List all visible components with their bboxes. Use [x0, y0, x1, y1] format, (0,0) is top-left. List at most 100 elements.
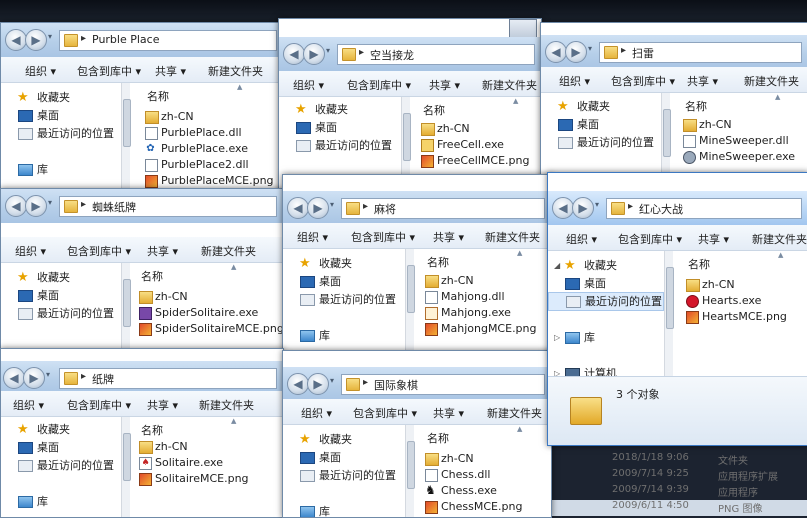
- column-header-name[interactable]: 名称 ▲: [675, 93, 807, 113]
- nav-recent[interactable]: 最近访问的位置: [283, 467, 396, 484]
- new-folder-button[interactable]: 新建文件夹: [752, 231, 807, 247]
- nav-desktop[interactable]: 桌面: [1, 287, 59, 304]
- nav-library[interactable]: 库: [1, 161, 48, 178]
- nav-recent[interactable]: 最近访问的位置: [279, 137, 392, 154]
- nav-recent[interactable]: 最近访问的位置: [1, 457, 114, 474]
- title-bar[interactable]: ◀ ▶ ▾ ▸ 扫雷: [541, 35, 807, 69]
- nav-desktop[interactable]: 桌面: [1, 439, 59, 456]
- breadcrumb-current[interactable]: 红心大战: [639, 201, 683, 217]
- forward-arrow-icon[interactable]: ▶: [307, 373, 329, 395]
- nav-library[interactable]: 库: [1, 493, 48, 510]
- column-header-name[interactable]: 名称 ▲: [137, 83, 283, 103]
- title-bar[interactable]: ◀ ▶ ▾ ▸ 麻将: [283, 191, 551, 225]
- title-bar[interactable]: ◀ ▶ ▾ ▸ 蜘蛛纸牌: [1, 189, 283, 223]
- history-dropdown-icon[interactable]: ▾: [588, 44, 592, 53]
- scroll-thumb[interactable]: [123, 279, 131, 327]
- nav-buttons[interactable]: ◀ ▶ ▾: [3, 367, 53, 389]
- history-dropdown-icon[interactable]: ▾: [326, 46, 330, 55]
- share-button[interactable]: 共享 ▾: [433, 229, 464, 245]
- address-bar[interactable]: ▸ 红心大战: [606, 198, 802, 219]
- nav-desktop[interactable]: 桌面: [283, 273, 341, 290]
- share-button[interactable]: 共享 ▾: [698, 231, 729, 247]
- nav-favorites[interactable]: ★ 收藏夹: [541, 98, 610, 115]
- nav-recent[interactable]: 最近访问的位置: [283, 291, 396, 308]
- nav-scrollbar[interactable]: [405, 249, 415, 351]
- breadcrumb-chevron-icon[interactable]: ▸: [81, 371, 86, 382]
- column-header-name[interactable]: 名称 ▲: [413, 97, 541, 117]
- breadcrumb-chevron-icon[interactable]: ▸: [628, 201, 633, 212]
- include-in-library-button[interactable]: 包含到库中 ▾: [611, 73, 675, 89]
- forward-arrow-icon[interactable]: ▶: [303, 43, 325, 65]
- forward-arrow-icon[interactable]: ▶: [307, 197, 329, 219]
- address-bar[interactable]: ▸ Purble Place: [59, 30, 277, 51]
- window-minesweeper[interactable]: ◀ ▶ ▾ ▸ 扫雷 组织 ▾ 包含到库中 ▾ 共享 ▾ 新建文件夹 ★ 收藏夹 …: [540, 22, 807, 192]
- nav-desktop[interactable]: 桌面: [279, 119, 337, 136]
- window-purble-place[interactable]: ◀ ▶ ▾ ▸ Purble Place 组织 ▾ 包含到库中 ▾ 共享 ▾ 新…: [0, 22, 284, 204]
- share-button[interactable]: 共享 ▾: [155, 63, 186, 79]
- window-freecell[interactable]: ◀ ▶ ▾ ▸ 空当接龙 组织 ▾ 包含到库中 ▾ 共享 ▾ 新建文件夹 ★ 收藏…: [278, 18, 542, 192]
- back-arrow-icon[interactable]: ◀: [5, 29, 27, 51]
- column-header-name[interactable]: 名称 ▲: [678, 251, 807, 271]
- back-arrow-icon[interactable]: ◀: [3, 367, 25, 389]
- breadcrumb-current[interactable]: Purble Place: [92, 33, 159, 46]
- organize-button[interactable]: 组织 ▾: [566, 231, 597, 247]
- history-dropdown-icon[interactable]: ▾: [595, 200, 599, 209]
- new-folder-button[interactable]: 新建文件夹: [487, 405, 542, 421]
- breadcrumb-chevron-icon[interactable]: ▸: [363, 377, 368, 388]
- nav-desktop[interactable]: 桌面: [541, 116, 599, 133]
- include-in-library-button[interactable]: 包含到库中 ▾: [77, 63, 141, 79]
- back-arrow-icon[interactable]: ◀: [283, 43, 305, 65]
- include-in-library-button[interactable]: 包含到库中 ▾: [351, 229, 415, 245]
- history-dropdown-icon[interactable]: ▾: [48, 32, 52, 41]
- back-arrow-icon[interactable]: ◀: [552, 197, 574, 219]
- back-arrow-icon[interactable]: ◀: [545, 41, 567, 63]
- scroll-thumb[interactable]: [663, 109, 671, 157]
- include-in-library-button[interactable]: 包含到库中 ▾: [347, 77, 411, 93]
- collapse-arrow-icon[interactable]: ▷: [554, 329, 560, 346]
- breadcrumb-current[interactable]: 蜘蛛纸牌: [92, 199, 136, 215]
- nav-buttons[interactable]: ◀ ▶ ▾: [552, 197, 602, 219]
- forward-arrow-icon[interactable]: ▶: [25, 195, 47, 217]
- nav-favorites[interactable]: ★ 收藏夹: [1, 89, 70, 106]
- address-bar[interactable]: ▸ 纸牌: [59, 368, 277, 389]
- title-bar[interactable]: ◀ ▶ ▾ ▸ 红心大战: [548, 191, 807, 225]
- nav-favorites[interactable]: ★ 收藏夹: [283, 255, 352, 272]
- scroll-thumb[interactable]: [123, 433, 131, 481]
- new-folder-button[interactable]: 新建文件夹: [208, 63, 263, 79]
- address-bar[interactable]: ▸ 扫雷: [599, 42, 802, 63]
- include-in-library-button[interactable]: 包含到库中 ▾: [353, 405, 417, 421]
- nav-scrollbar[interactable]: [121, 263, 131, 349]
- breadcrumb-current[interactable]: 麻将: [374, 201, 396, 217]
- address-bar[interactable]: ▸ 空当接龙: [337, 44, 535, 65]
- breadcrumb-chevron-icon[interactable]: ▸: [359, 47, 364, 58]
- address-bar[interactable]: ▸ 麻将: [341, 198, 545, 219]
- nav-scrollbar[interactable]: [664, 251, 674, 377]
- breadcrumb-chevron-icon[interactable]: ▸: [363, 201, 368, 212]
- share-button[interactable]: 共享 ▾: [147, 397, 178, 413]
- scroll-thumb[interactable]: [407, 265, 415, 313]
- nav-buttons[interactable]: ◀ ▶ ▾: [287, 373, 337, 395]
- back-arrow-icon[interactable]: ◀: [287, 197, 309, 219]
- column-header-name[interactable]: 名称 ▲: [131, 417, 283, 437]
- organize-button[interactable]: 组织 ▾: [559, 73, 590, 89]
- history-dropdown-icon[interactable]: ▾: [46, 370, 50, 379]
- minimize-button[interactable]: [509, 19, 537, 39]
- nav-recent[interactable]: 最近访问的位置: [1, 305, 114, 322]
- nav-buttons[interactable]: ◀ ▶ ▾: [283, 43, 333, 65]
- window-chess[interactable]: ◀ ▶ ▾ ▸ 国际象棋 组织 ▾ 包含到库中 ▾ 共享 ▾ 新建文件夹 ★ 收藏…: [282, 350, 552, 518]
- history-dropdown-icon[interactable]: ▾: [330, 376, 334, 385]
- organize-button[interactable]: 组织 ▾: [293, 77, 324, 93]
- title-bar[interactable]: ◀ ▶ ▾ ▸ 国际象棋: [283, 367, 551, 401]
- title-bar[interactable]: ◀ ▶ ▾ ▸ Purble Place: [1, 23, 283, 57]
- nav-desktop[interactable]: 桌面: [548, 275, 606, 292]
- nav-favorites[interactable]: ★ 收藏夹: [283, 431, 352, 448]
- column-header-name[interactable]: 名称 ▲: [417, 425, 551, 445]
- nav-recent[interactable]: 最近访问的位置: [1, 125, 114, 142]
- nav-favorites[interactable]: ★ 收藏夹: [1, 421, 70, 438]
- include-in-library-button[interactable]: 包含到库中 ▾: [67, 397, 131, 413]
- column-header-name[interactable]: 名称 ▲: [417, 249, 551, 269]
- address-bar[interactable]: ▸ 国际象棋: [341, 374, 545, 395]
- window-mahjong[interactable]: ◀ ▶ ▾ ▸ 麻将 组织 ▾ 包含到库中 ▾ 共享 ▾ 新建文件夹 ★ 收藏夹 …: [282, 174, 552, 352]
- nav-desktop[interactable]: 桌面: [283, 449, 341, 466]
- breadcrumb-current[interactable]: 国际象棋: [374, 377, 418, 393]
